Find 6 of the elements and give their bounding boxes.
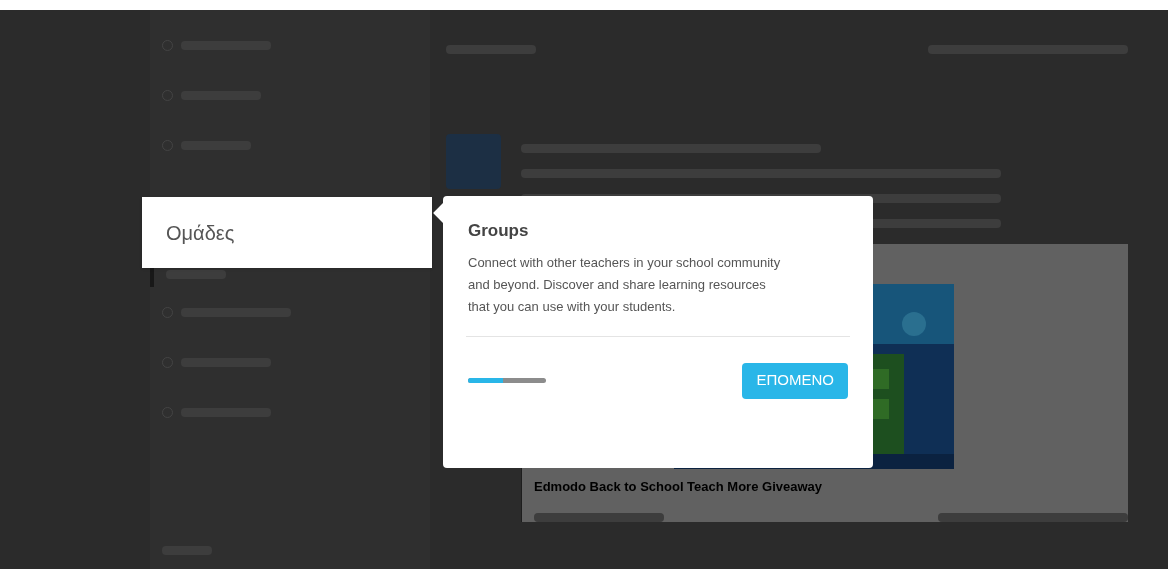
next-button[interactable]: ΕΠΟΜΕΝΟ [742,362,848,399]
avatar-icon [446,134,501,189]
tour-description: Connect with other teachers in your school community and beyond. Discover and share learning resources that you can use with your students. [468,253,782,316]
tour-title: Groups [468,220,529,242]
post-title[interactable]: Edmodo Back to School Teach More Giveaway [534,477,1128,497]
sidebar-item[interactable]: Ομάδες [142,197,432,268]
